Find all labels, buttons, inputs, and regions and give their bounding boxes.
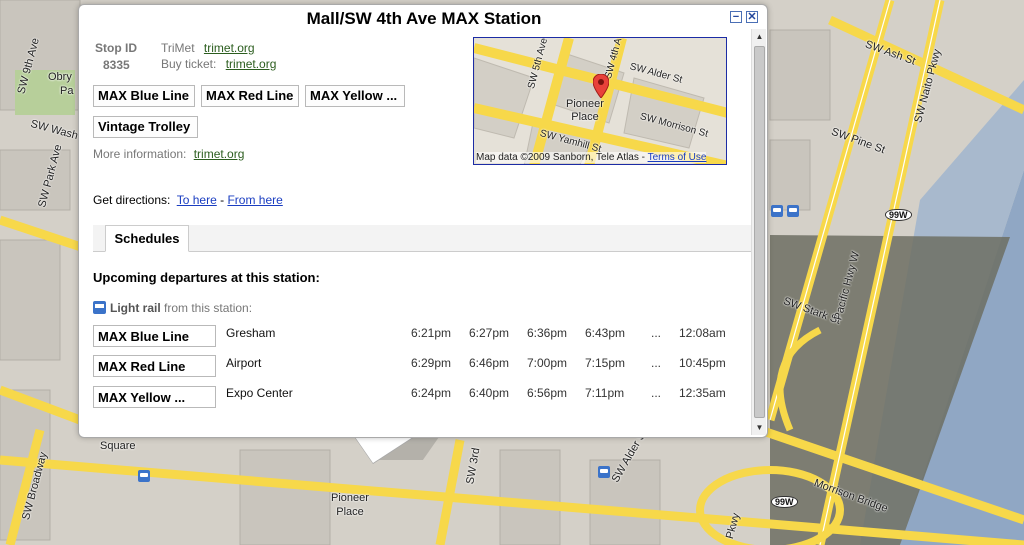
departure-time: 6:46pm <box>469 356 510 370</box>
departure-time: 6:36pm <box>527 326 568 340</box>
terms-of-use-link[interactable]: Terms of Use <box>648 152 707 163</box>
departure-time-last: 10:45pm <box>679 356 726 370</box>
more-info-row: More information: trimet.org <box>93 147 244 161</box>
directions-row: Get directions: To here - From here <box>93 193 283 207</box>
departure-time: 6:27pm <box>469 326 510 340</box>
departure-destination: Gresham <box>226 326 276 340</box>
route-button-yellow[interactable]: MAX Yellow ... <box>305 85 405 107</box>
more-info-link[interactable]: trimet.org <box>194 147 245 161</box>
agency-row: TriMet trimet.org <box>161 41 255 55</box>
mini-map-attribution-text: Map data ©2009 Sanborn, Tele Atlas - <box>476 152 648 163</box>
upcoming-departures-heading: Upcoming departures at this station: <box>93 270 320 285</box>
directions-label: Get directions: <box>93 193 171 207</box>
buy-ticket-link[interactable]: trimet.org <box>226 57 277 71</box>
map-marker-icon[interactable] <box>593 74 609 98</box>
agency-link[interactable]: trimet.org <box>204 41 255 55</box>
departure-route-yellow[interactable]: MAX Yellow ... <box>93 386 216 408</box>
tab-bar <box>93 225 751 251</box>
stop-id-label: Stop ID <box>95 41 137 55</box>
departure-ellipsis: ... <box>651 356 662 370</box>
mode-name: Light rail <box>110 301 161 315</box>
map-label-obry: Obry <box>48 71 72 83</box>
tram-stop-icon[interactable] <box>771 205 783 217</box>
departure-time: 6:24pm <box>411 386 452 400</box>
light-rail-icon <box>93 301 106 314</box>
departure-destination: Expo Center <box>226 386 293 400</box>
agency-label: TriMet <box>161 41 195 55</box>
directions-separator: - <box>220 193 225 207</box>
tram-stop-icon[interactable] <box>138 470 150 482</box>
from-here-link[interactable]: From here <box>227 193 282 207</box>
close-icon[interactable]: ✕ <box>746 11 758 23</box>
map-label-square: Square <box>100 440 136 452</box>
departure-time-last: 12:35am <box>679 386 726 400</box>
mode-row: Light rail from this station: <box>93 301 252 315</box>
departure-ellipsis: ... <box>651 386 662 400</box>
tram-stop-icon[interactable] <box>598 466 610 478</box>
departure-time: 6:21pm <box>411 326 452 340</box>
route-button-blue[interactable]: MAX Blue Line <box>93 85 195 107</box>
buy-ticket-row: Buy ticket: trimet.org <box>161 57 276 71</box>
stop-id-value: 8335 <box>103 58 130 72</box>
departure-time: 6:29pm <box>411 356 452 370</box>
tab-bar-divider <box>93 251 751 252</box>
departure-route-red[interactable]: MAX Red Line <box>93 355 216 377</box>
departure-time: 6:40pm <box>469 386 510 400</box>
mode-suffix: from this station: <box>164 301 253 315</box>
scroll-up-icon[interactable]: ▲ <box>752 29 767 44</box>
departure-time-last: 12:08am <box>679 326 726 340</box>
highway-shield-99w: 99W <box>885 209 912 221</box>
route-button-vintage-trolley[interactable]: Vintage Trolley <box>93 116 198 138</box>
mini-map-attribution: Map data ©2009 Sanborn, Tele Atlas - Ter… <box>476 152 707 163</box>
tab-schedules[interactable]: Schedules <box>105 225 189 252</box>
route-button-red[interactable]: MAX Red Line <box>201 85 299 107</box>
departure-time: 6:43pm <box>585 326 626 340</box>
map-label-pioneer-place: Pioneer Place <box>331 492 369 518</box>
scroll-down-icon[interactable]: ▼ <box>752 420 767 435</box>
departure-time: 7:00pm <box>527 356 568 370</box>
to-here-link[interactable]: To here <box>177 193 217 207</box>
mini-map-pioneer-place: Pioneer Place <box>566 98 604 123</box>
departure-time: 6:56pm <box>527 386 568 400</box>
buy-ticket-label: Buy ticket: <box>161 57 217 71</box>
minimize-icon[interactable]: − <box>730 11 742 23</box>
info-window: Mall/SW 4th Ave MAX Station − ✕ ▲ ▼ Stop… <box>78 4 768 438</box>
departure-destination: Airport <box>226 356 262 370</box>
scrollbar[interactable]: ▲ ▼ <box>751 29 766 435</box>
departure-ellipsis: ... <box>651 326 662 340</box>
departure-time: 7:11pm <box>585 386 625 400</box>
map-label-park: Pa <box>60 85 74 97</box>
scrollbar-thumb[interactable] <box>754 46 765 418</box>
departure-route-blue[interactable]: MAX Blue Line <box>93 325 216 347</box>
departure-time: 7:15pm <box>585 356 626 370</box>
window-title: Mall/SW 4th Ave MAX Station <box>306 9 542 28</box>
mini-map[interactable]: SW 5th Ave SW 4th Ave SW Alder St SW Yam… <box>473 37 727 165</box>
info-window-tail <box>355 437 413 463</box>
tram-stop-icon[interactable] <box>787 205 799 217</box>
more-info-label: More information: <box>93 147 187 161</box>
highway-shield-99w-lower: 99W <box>771 496 798 508</box>
